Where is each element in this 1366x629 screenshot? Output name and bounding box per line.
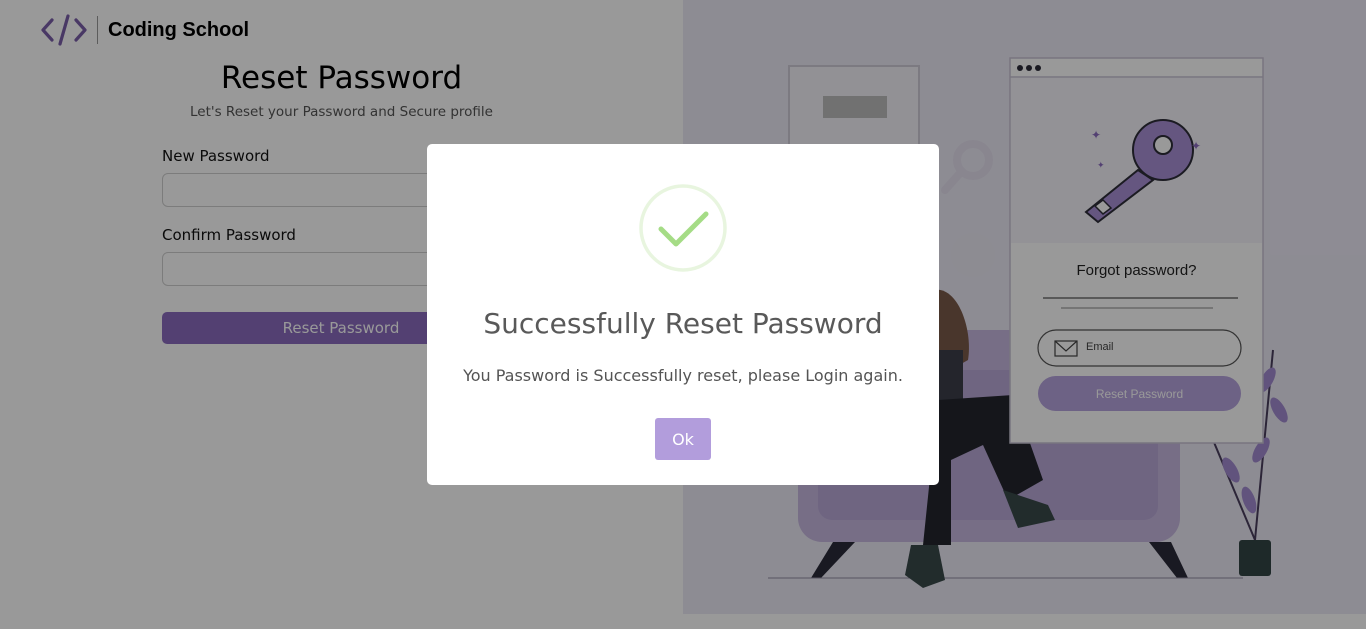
dialog-message: You Password is Successfully reset, plea… (463, 366, 903, 385)
ok-button[interactable]: Ok (655, 418, 711, 460)
dialog-title: Successfully Reset Password (483, 307, 883, 340)
success-dialog: Successfully Reset Password You Password… (427, 144, 939, 485)
success-check-icon (639, 184, 727, 272)
